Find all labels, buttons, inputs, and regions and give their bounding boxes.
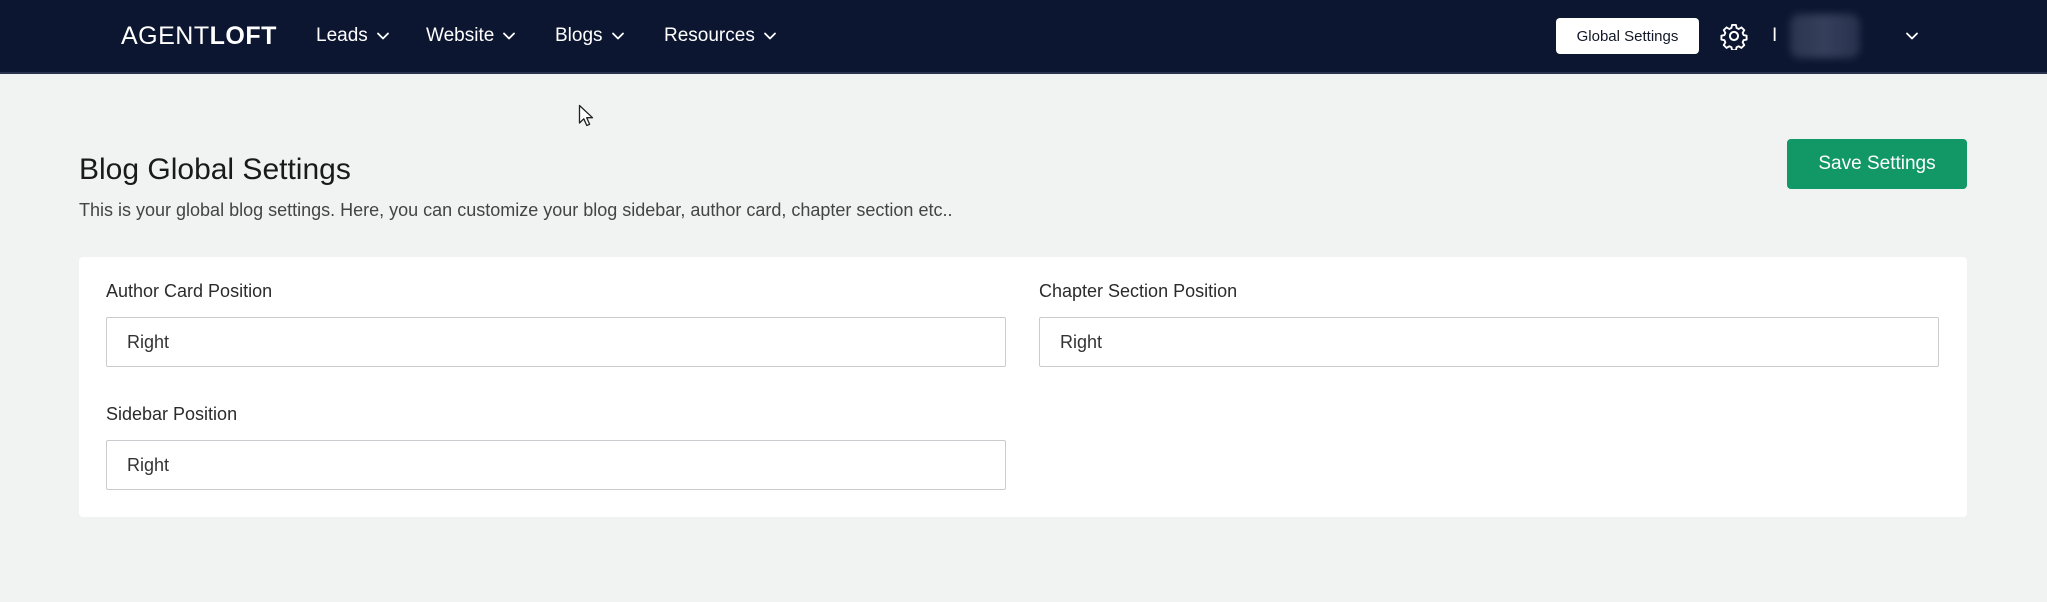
- chapter-section-position-select[interactable]: Right: [1039, 317, 1939, 367]
- page-description: This is your global blog settings. Here,…: [79, 200, 953, 220]
- chevron-down-icon: [376, 32, 389, 40]
- mouse-cursor-icon: [578, 104, 594, 127]
- chevron-down-icon: [503, 32, 516, 40]
- gear-icon[interactable]: [1720, 22, 1748, 50]
- chapter-section-position-value: Right: [1060, 331, 1103, 352]
- logo-text-agent: AGENT: [121, 22, 210, 50]
- author-card-position-label: Author Card Position: [106, 281, 273, 301]
- sidebar-position-label: Sidebar Position: [106, 404, 238, 424]
- chevron-down-icon: [611, 32, 624, 40]
- sidebar-position-value: Right: [127, 454, 170, 475]
- logo-text-loft: LOFT: [209, 22, 277, 50]
- nav-item-label: Leads: [316, 25, 368, 46]
- chevron-down-icon[interactable]: [1904, 28, 1920, 44]
- nav-item-label: Blogs: [555, 25, 603, 46]
- save-settings-button[interactable]: Save Settings: [1787, 139, 1967, 189]
- sidebar-position-select[interactable]: Right: [106, 440, 1006, 490]
- settings-card: Author Card Position Right Chapter Secti…: [79, 257, 1967, 517]
- global-settings-button[interactable]: Global Settings: [1556, 18, 1699, 54]
- author-card-position-select[interactable]: Right: [106, 317, 1006, 367]
- chapter-section-position-label: Chapter Section Position: [1039, 281, 1238, 301]
- nav-item-website[interactable]: Website: [426, 22, 516, 50]
- nav-item-blogs[interactable]: Blogs: [555, 22, 625, 50]
- top-navigation-bar: AGENTLOFT Leads Website Blogs Resources …: [0, 0, 2047, 74]
- chevron-down-icon: [763, 32, 776, 40]
- author-card-position-value: Right: [127, 331, 170, 352]
- nav-item-label: Resources: [664, 25, 755, 46]
- page-title: Blog Global Settings: [79, 153, 351, 186]
- user-name-blurred: [1790, 14, 1860, 58]
- nav-item-resources[interactable]: Resources: [664, 22, 777, 50]
- user-name[interactable]: I: [1772, 22, 1777, 50]
- nav-item-label: Website: [426, 25, 495, 46]
- nav-item-leads[interactable]: Leads: [316, 22, 390, 50]
- agentloft-logo[interactable]: AGENTLOFT: [121, 20, 277, 52]
